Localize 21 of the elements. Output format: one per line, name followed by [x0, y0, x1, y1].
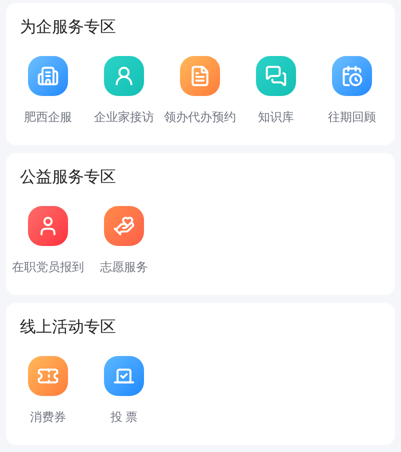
service-label[interactable]: 知识库: [258, 109, 294, 125]
person-icon[interactable]: [104, 56, 144, 96]
document-icon[interactable]: [180, 56, 220, 96]
section-title: 线上活动专区: [19, 318, 117, 338]
service-label[interactable]: 在职党员报到: [12, 259, 84, 275]
section-title: 为企服务专区: [19, 18, 117, 38]
service-label[interactable]: 投 票: [110, 409, 138, 425]
person-icon[interactable]: [28, 206, 68, 246]
service-label[interactable]: 企业家接访: [94, 109, 154, 125]
calendar-clock-icon[interactable]: [332, 56, 372, 96]
ballot-icon[interactable]: [104, 356, 144, 396]
service-label[interactable]: 肥西企服: [24, 109, 72, 125]
building-icon[interactable]: [28, 56, 68, 96]
ticket-icon[interactable]: [28, 356, 68, 396]
service-label[interactable]: 往期回顾: [328, 109, 376, 125]
service-label[interactable]: 志愿服务: [100, 259, 148, 275]
hand-heart-icon[interactable]: [104, 206, 144, 246]
section-title: 公益服务专区: [19, 168, 117, 188]
service-label[interactable]: 消费券: [30, 409, 66, 425]
chat-icon[interactable]: [256, 56, 296, 96]
service-label[interactable]: 领办代办预约: [164, 109, 236, 125]
